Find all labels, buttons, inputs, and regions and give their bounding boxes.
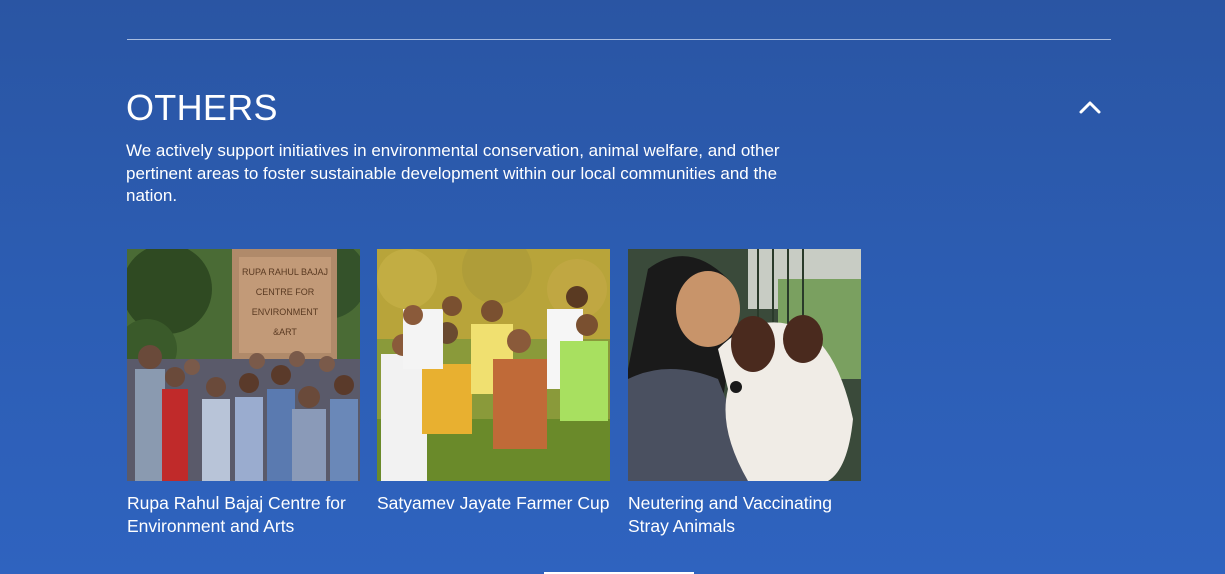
chevron-up-icon — [1079, 101, 1101, 114]
environment-centre-photo: RUPA RAHUL BAJAJ CENTRE FOR ENVIRONMENT … — [127, 249, 360, 481]
sign-line: RUPA RAHUL BAJAJ — [242, 267, 328, 277]
section-title: OTHERS — [126, 87, 278, 128]
sign-line: &ART — [273, 327, 297, 337]
section-divider — [127, 39, 1111, 40]
sign-line: CENTRE FOR — [256, 287, 315, 297]
sign-line: ENVIRONMENT — [252, 307, 319, 317]
farmers-field-photo — [377, 249, 610, 481]
card-caption[interactable]: Rupa Rahul Bajaj Centre for Environment … — [127, 492, 367, 538]
card-caption[interactable]: Neutering and Vaccinating Stray Animals — [628, 492, 868, 538]
card-caption[interactable]: Satyamev Jayate Farmer Cup — [377, 492, 617, 515]
card-environment-arts[interactable]: RUPA RAHUL BAJAJ CENTRE FOR ENVIRONMENT … — [127, 249, 360, 538]
collapse-toggle-button[interactable] — [1073, 92, 1107, 122]
card-farmer-cup[interactable]: Satyamev Jayate Farmer Cup — [377, 249, 610, 515]
card-stray-animals[interactable]: Neutering and Vaccinating Stray Animals — [628, 249, 861, 538]
section-description: We actively support initiatives in envir… — [126, 141, 780, 205]
stray-animals-photo — [628, 249, 861, 481]
